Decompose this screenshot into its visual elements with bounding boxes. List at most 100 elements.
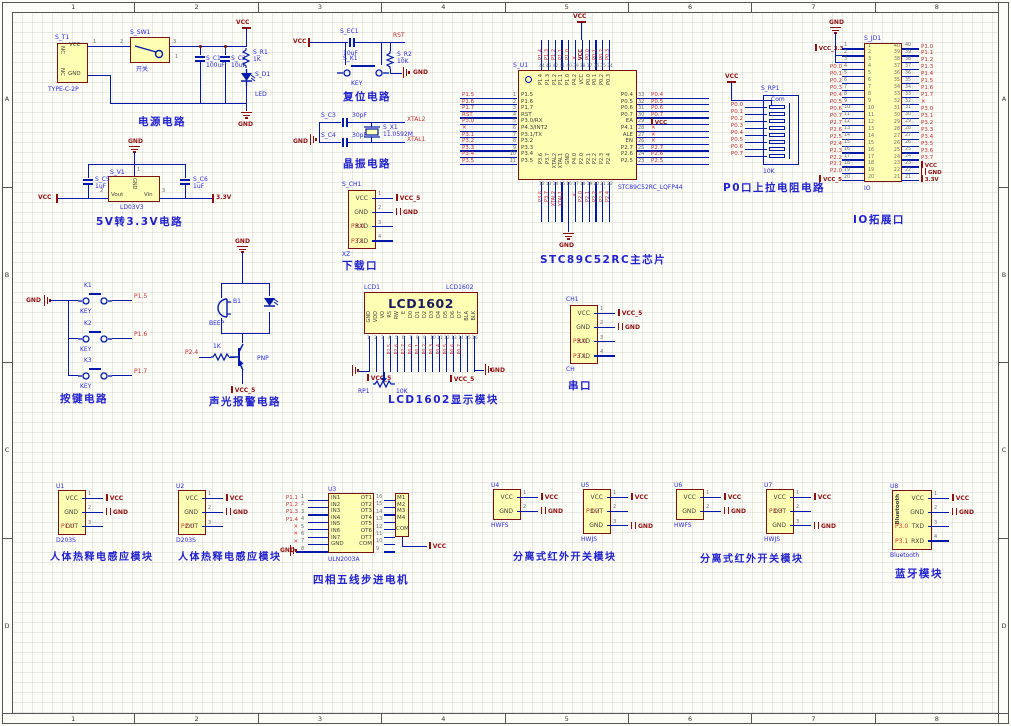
pin-name: IN6 [331,527,341,534]
xtal2-net: XTAL2 [407,116,426,123]
pin-number: 35 [905,77,912,83]
pin-name: OT7 [360,534,372,541]
net-label: P0.4 [829,92,842,99]
wire [384,506,395,509]
wire [308,521,328,523]
pin-number: 2 [120,39,124,45]
pin-name: OT6 [360,527,372,534]
net-label: P1.3 [921,64,934,71]
connector-pin-row: VCC 1 VCC [58,491,168,505]
pin-number: 7 [512,131,516,138]
wire [110,75,112,103]
wire [588,182,590,222]
net-label: P3.1 [895,537,909,545]
lcd-pin-name-col: D3 [429,310,436,332]
lcd-pin-name-col: D4 [436,310,443,332]
net-label: GND [541,507,563,515]
wire [372,226,393,228]
wire [383,336,385,372]
net-label: P2.2 [829,154,842,161]
wire [384,551,395,553]
pin-name: P0.3 [605,74,612,85]
net-label: VCC_5 [396,194,421,202]
pin-number: 22 [606,182,613,187]
net-label: P0.1 [416,344,421,355]
pin-name: P0.2 [599,74,606,85]
connector-pin-row: GND 2 GND [348,205,458,219]
border-col-label: 4 [382,714,506,724]
wire [568,182,570,222]
pin-name: EN [625,138,633,145]
mcu-bottom-names: P3.6 P3.7 XTAL2 XTAL1 GND P4.0 P2.0 P2.1 P2.2 P2.… [538,152,613,178]
download-port: S_CH1 VCC 1 VCC_5 GND 2 GND RXD 3 P3.0 T… [338,178,463,273]
b1-ref: B1 [233,298,241,305]
net-label: P0.3 [730,123,743,129]
rp1-com: Com [771,96,785,103]
net-label: P2.4 [829,140,842,147]
pin-number: 14 [376,508,383,515]
pin-name: D1 [415,311,421,319]
wire [594,312,615,314]
pin-name: P1.5 [521,92,534,98]
net-label: VCC [541,493,558,501]
net-label: P1.4 [285,516,298,523]
serial-rows: VCC 1 VCC_5 GND 2 GND RXD 3 P3.0 TXD 4 P… [570,306,680,363]
net-label: P3.0 [921,105,934,112]
lcd-pin-nets: 1 2 3 4 P2.5 5 P2.6 6 P2.7 7 P0.0 8 P0.1… [366,336,478,372]
net-label: P0.3 [605,49,612,60]
net-label: P0.0 [585,49,592,60]
border-row-label: D [2,539,12,714]
pin-number: 10 [430,336,436,341]
connector-pin-row: GND 3 GND [766,519,866,533]
border-col-label: 8 [876,714,999,724]
pin-number: 2 [378,205,382,212]
wire [88,164,90,178]
wire [246,86,248,103]
crystal-icon [364,126,380,138]
caption-reset: 复位电路 [343,91,391,103]
t1-pin-vcc: VCC [69,42,81,48]
wire [402,537,404,546]
pin-name: GND [184,508,198,516]
wire [112,375,132,377]
x1-ref: S_X1 [383,124,398,131]
net-label: P0.2 [423,344,428,355]
pin-name: IN4 [331,514,341,521]
pin-name: VCC [578,74,585,85]
wire [384,543,395,546]
pin-number: 24 [905,154,912,159]
pin-name: IN1 [331,495,341,501]
lcd-pin-col: 9 P0.2 [422,336,429,372]
wire [185,185,187,198]
pin-number-inner: 37 [893,64,900,70]
pin-number: 3 [173,39,177,45]
pin-name: RST [521,111,532,118]
pin-number-inner: 28 [893,126,900,132]
t1-part: TYPE-C-2P [48,86,79,93]
net-label: VCC [724,493,741,501]
mcu-bottom-pins: 12 P3.6 13 P3.7 14 XTAL2 15 XTAL1 16 17 … [538,182,613,222]
net-label: P2.5 [651,157,664,164]
pin-number: 2 [934,505,938,512]
stepper-right-rows: 16 15 14 13 12 11 10 9 [376,494,396,554]
connector-pin-row: VCC 1 VCC [766,490,866,504]
pin-name: VCC [500,493,513,501]
crystal-circuit: GND S_C3 30pF XTAL2 S_C4 30pF XTAL1 S_X1… [293,108,448,172]
pin-name: GND [589,522,603,530]
pin-number: 32 [638,98,645,105]
net-label: GND [814,522,836,530]
ir-switch-2: U6 VCC 1 VCC GND 2 GND HWFS U7 VCC 1 VCC… [668,478,868,565]
pin-number: 3 [162,188,166,194]
pin-name: VDD [373,311,379,323]
net-label: GND [631,522,653,530]
ir-switch-1: U4 VCC 1 VCC GND 2 GND HWFS U5 VCC 1 VCC… [485,478,685,563]
net-label: P2.7 [829,119,842,126]
wire [928,511,949,514]
caption-bt: 蓝牙模块 [895,568,943,580]
pin-number: 2 [523,504,527,511]
connector-pin-row: TXD 3 P3.0 [892,520,1007,534]
pin-number-inner: 22 [893,168,900,174]
mcu-pin-col: 22 P2.4 [605,182,613,222]
pin-number: 23 [905,160,912,166]
stepper-left-rows: P1.1 1 P1.2 2 P1.3 3 P1.4 4 5 6 7 [280,494,328,554]
